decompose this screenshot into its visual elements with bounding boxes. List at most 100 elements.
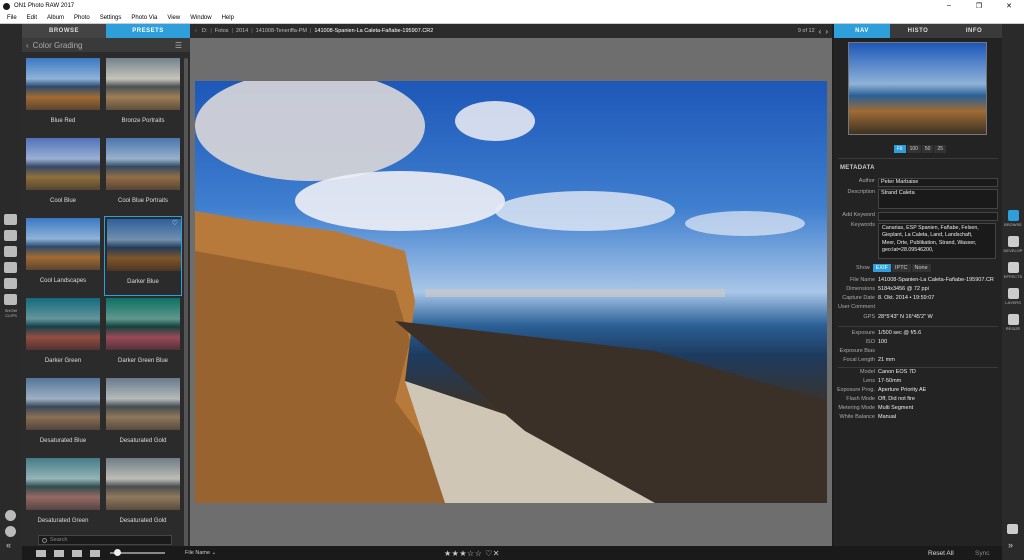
menu-edit[interactable]: Edit (27, 15, 37, 21)
preset-item[interactable]: Bronze Portraits (104, 56, 182, 136)
cloud-icon[interactable] (4, 278, 17, 289)
exif-label: Focal Length (843, 357, 875, 363)
tab-browse[interactable]: BROWSE (22, 24, 106, 38)
preset-thumbnail (106, 458, 180, 510)
back-arrow-icon[interactable]: ‹ (195, 28, 197, 34)
add-keyword-label: Add Keyword (842, 212, 875, 218)
help-icon[interactable] (5, 526, 16, 537)
crumb-fotos[interactable]: Fotos (215, 28, 229, 34)
tab-histo[interactable]: HISTO (890, 24, 946, 38)
menu-window[interactable]: Window (190, 15, 211, 21)
preset-scrollbar[interactable] (184, 58, 188, 548)
module-effects[interactable]: EFFECTS (1004, 262, 1022, 282)
next-image-icon[interactable]: › (825, 27, 828, 36)
drive-icon[interactable] (4, 262, 17, 273)
preset-item[interactable]: Desaturated Green (24, 456, 102, 536)
tab-presets[interactable]: PRESETS (106, 24, 190, 38)
camera-icon[interactable] (4, 230, 17, 241)
preset-label: Desaturated Green (37, 518, 89, 524)
module-develop[interactable]: DEVELOP (1004, 236, 1022, 256)
keywords-field[interactable]: Canarias, ESP Spanien, Fañabe, Felsen, G… (878, 223, 996, 259)
show-iptc-button[interactable]: IPTC (892, 264, 911, 272)
detail-view-icon[interactable] (72, 549, 82, 557)
menu-photo[interactable]: Photo (74, 15, 90, 21)
preset-item[interactable]: Darker Green Blue (104, 296, 182, 376)
exif-value: 1/500 sec @ f/5.6 (878, 330, 922, 336)
like-reject-icons[interactable]: ♡✕ (485, 549, 500, 558)
category-menu-icon[interactable]: ☰ (175, 41, 182, 50)
rating-stars[interactable]: ★★★☆☆ (444, 549, 482, 558)
module-rail: BROWSE DEVELOP EFFECTS LAYERS RESIZE » (1002, 24, 1024, 560)
crumb-folder[interactable]: 141008-Teneriffa-PM (256, 28, 307, 34)
divider (838, 158, 998, 159)
zoom-25-button[interactable]: 25 (934, 145, 947, 153)
reset-all-button[interactable]: Reset All (928, 550, 954, 557)
sort-select[interactable]: File Name ⌄ (185, 550, 216, 556)
monitor-icon[interactable] (4, 214, 17, 225)
share-icon[interactable] (1007, 524, 1018, 534)
module-layers[interactable]: LAYERS (1004, 288, 1022, 308)
show-none-button[interactable]: None (911, 264, 931, 272)
gear-icon[interactable] (5, 510, 16, 521)
sync-button[interactable]: Sync (975, 550, 989, 557)
exif-row: User Comment (834, 304, 1002, 313)
module-resize[interactable]: RESIZE (1004, 314, 1022, 334)
crumb-year[interactable]: 2014 (236, 28, 248, 34)
zoom-100-button[interactable]: 100 (906, 145, 921, 153)
albums-icon[interactable] (4, 294, 17, 305)
maximize-button[interactable]: ❐ (964, 2, 994, 10)
author-field[interactable]: Peter Marbaise (878, 178, 998, 187)
exif-value: 28°5'43" N 16°45'2" W (878, 314, 933, 320)
sort-value: File Name (185, 550, 211, 556)
filmstrip-view-icon[interactable] (54, 549, 64, 557)
menu-view[interactable]: View (167, 15, 180, 21)
compare-view-icon[interactable] (90, 549, 100, 557)
preset-item[interactable]: Desaturated Gold (104, 456, 182, 536)
grid-view-icon[interactable] (36, 549, 46, 557)
image-canvas[interactable] (190, 38, 832, 546)
navigator-thumbnail[interactable] (848, 42, 987, 135)
tab-info[interactable]: INFO (946, 24, 1002, 38)
preset-item[interactable]: Desaturated Blue (24, 376, 102, 456)
menu-photo-via[interactable]: Photo Via (131, 15, 157, 21)
menu-album[interactable]: Album (47, 15, 64, 21)
menu-file[interactable]: File (7, 15, 17, 21)
description-field[interactable]: Strand Caleta (878, 189, 998, 209)
thumbnail-size-slider[interactable] (110, 549, 165, 556)
folder-icon[interactable] (4, 246, 17, 257)
heart-icon[interactable]: ♡ (172, 219, 178, 227)
preset-item[interactable]: Desaturated Gold (104, 376, 182, 456)
back-chevron-icon[interactable]: ‹ (26, 41, 29, 50)
prev-image-icon[interactable]: ‹ (819, 27, 822, 36)
collapse-left-icon[interactable]: « (6, 540, 11, 550)
module-browse[interactable]: BROWSE (1004, 210, 1022, 230)
add-keyword-field[interactable] (878, 212, 998, 221)
preset-item[interactable]: Darker Green (24, 296, 102, 376)
close-button[interactable]: ✕ (994, 2, 1024, 10)
zoom-fit-button[interactable]: Fit (894, 145, 906, 153)
collapse-right-icon[interactable]: » (1008, 540, 1013, 550)
zoom-50-button[interactable]: 50 (921, 145, 934, 153)
exif-value: Canon EOS 7D (878, 369, 916, 375)
search-input[interactable]: Search (38, 535, 172, 545)
preset-item[interactable]: Cool Blue Portraits (104, 136, 182, 216)
tab-nav[interactable]: NAV (834, 24, 890, 38)
preset-item[interactable]: Cool Landscapes (24, 216, 102, 296)
exif-label: Capture Date (842, 295, 875, 301)
menu-help[interactable]: Help (222, 15, 234, 21)
exif-label: Dimensions (846, 286, 875, 292)
preset-item[interactable]: Blue Red (24, 56, 102, 136)
menu-settings[interactable]: Settings (100, 15, 122, 21)
slider-knob[interactable] (114, 549, 121, 556)
exif-value: 100 (878, 339, 888, 345)
preset-label: Darker Green (44, 358, 82, 364)
minimize-button[interactable]: – (934, 2, 964, 10)
exif-value: 8. Okt. 2014 • 19:59:07 (878, 295, 935, 301)
preset-item[interactable]: Cool Blue (24, 136, 102, 216)
effects-icon (1007, 262, 1019, 273)
show-exif-button[interactable]: EXIF (872, 264, 891, 272)
main-photo[interactable] (195, 81, 827, 503)
star-rating[interactable]: ★★★☆☆ ♡✕ (444, 549, 500, 558)
crumb-drive[interactable]: D: (202, 28, 208, 34)
preset-item-selected[interactable]: ♡ Darker Blue (104, 216, 182, 296)
